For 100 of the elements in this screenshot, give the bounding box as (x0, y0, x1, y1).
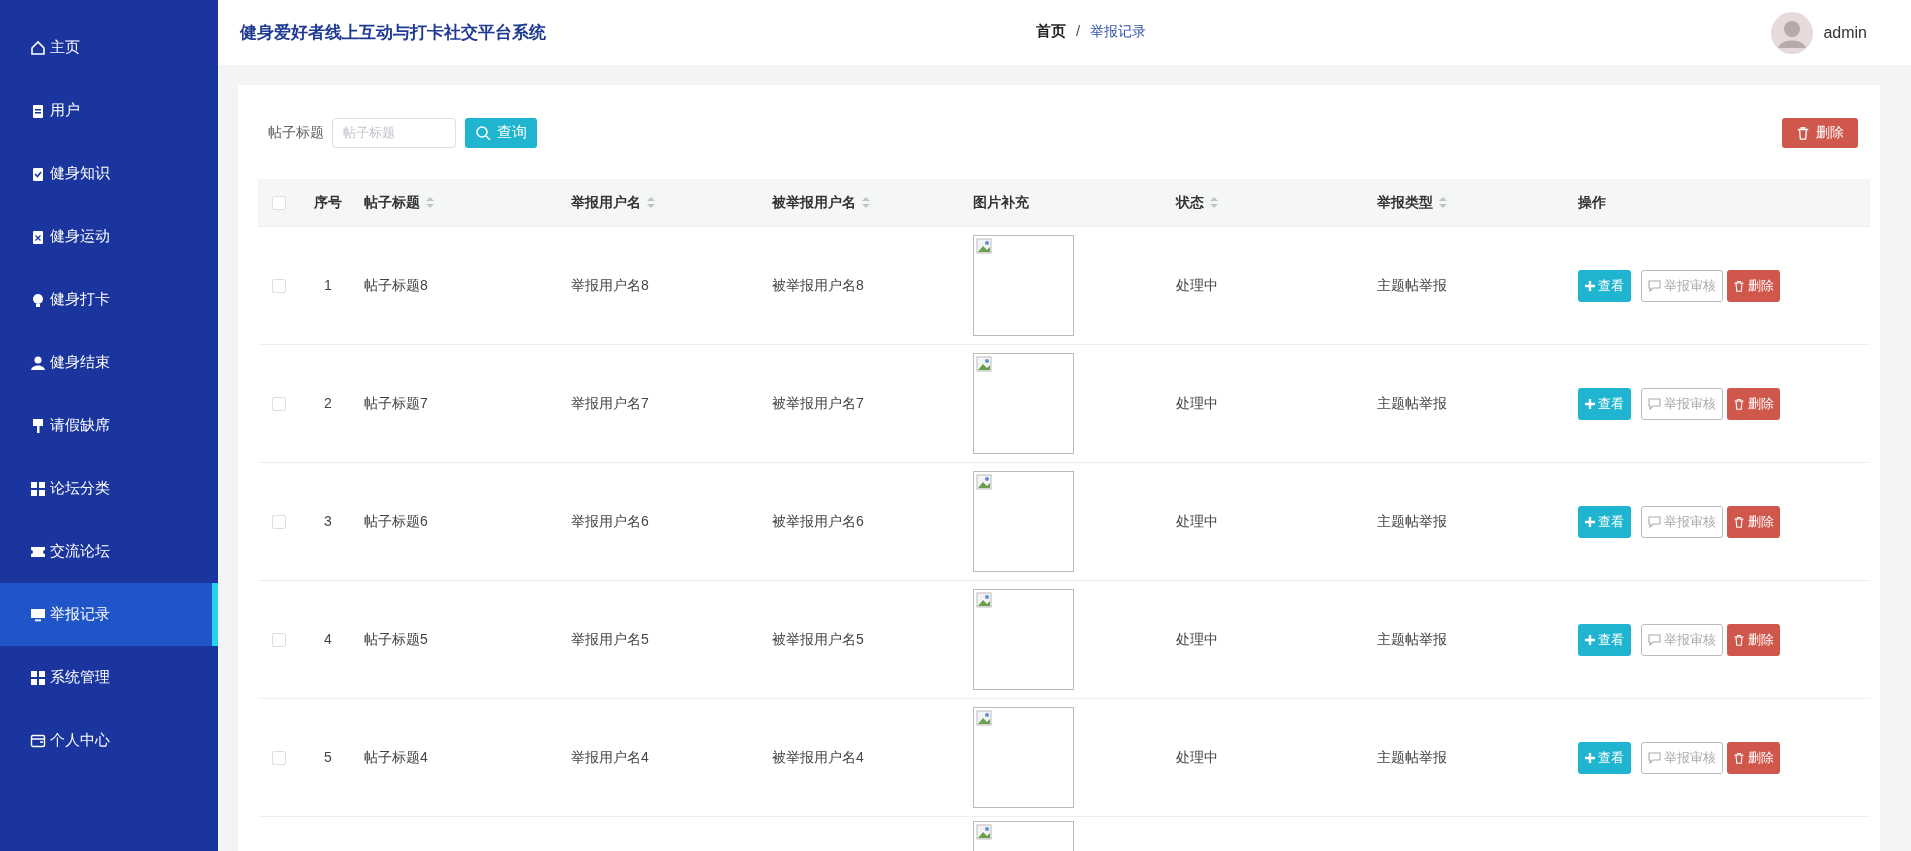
table-cell: 帖子标题7 (364, 395, 428, 411)
clipboard-x-icon (30, 228, 46, 245)
checkbox[interactable] (272, 195, 286, 210)
table-cell: 帖子标题8 (364, 277, 428, 293)
broken-image-icon (976, 824, 992, 840)
plus-icon (1585, 752, 1595, 763)
table-cell: 举报用户名6 (571, 513, 649, 529)
table-cell: 处理中 (1176, 749, 1218, 765)
sidebar-item[interactable]: 举报记录 (0, 583, 218, 646)
sidebar-item[interactable]: 用户 (0, 79, 218, 142)
sidebar-item[interactable]: 主页 (0, 16, 218, 79)
column-header[interactable]: 举报用户名 (571, 192, 641, 213)
sidebar-item[interactable]: 健身知识 (0, 142, 218, 205)
checkbox[interactable] (272, 396, 286, 411)
table-cell: 2 (324, 395, 332, 411)
column-header: 操作 (1578, 193, 1606, 212)
table-cell: 处理中 (1176, 395, 1218, 411)
sidebar-item[interactable]: 请假缺席 (0, 394, 218, 457)
table-cell: 主题帖举报 (1377, 513, 1447, 529)
user-name[interactable]: admin (1823, 20, 1867, 45)
sidebar-item[interactable]: 健身打卡 (0, 268, 218, 331)
table-cell: 帖子标题6 (364, 513, 428, 529)
comment-icon (1648, 397, 1661, 410)
table-cell: 处理中 (1176, 277, 1218, 293)
table-cell: 帖子标题5 (364, 631, 428, 647)
table-cell: 1 (324, 277, 332, 293)
user-icon (30, 354, 46, 371)
column-header[interactable]: 帖子标题 (364, 192, 420, 213)
bulb-icon (30, 291, 46, 308)
table-cell: 主题帖举报 (1377, 395, 1447, 411)
sort-icon[interactable] (1210, 197, 1218, 208)
broken-image-icon (976, 238, 992, 254)
plus-icon (1585, 398, 1595, 409)
sort-icon[interactable] (426, 197, 434, 208)
column-header: 图片补充 (973, 193, 1029, 212)
column-header[interactable]: 状态 (1176, 192, 1204, 213)
table-cell: 被举报用户名5 (772, 631, 864, 647)
trash-icon (1733, 515, 1745, 528)
app-title: 健身爱好者线上互动与打卡社交平台系统 (240, 21, 546, 44)
column-header[interactable]: 被举报用户名 (772, 192, 856, 213)
trash-icon (1733, 633, 1745, 646)
monitor-icon (30, 606, 46, 623)
sort-icon[interactable] (647, 197, 655, 208)
avatar-icon[interactable] (1771, 11, 1814, 54)
checkbox[interactable] (272, 278, 286, 293)
sidebar-item[interactable]: 健身运动 (0, 205, 218, 268)
sidebar-item[interactable]: 健身结束 (0, 331, 218, 394)
table-cell: 被举报用户名8 (772, 277, 864, 293)
table-cell: 处理中 (1176, 513, 1218, 529)
table-cell: 主题帖举报 (1377, 277, 1447, 293)
table-cell: 被举报用户名4 (772, 749, 864, 765)
broken-image-icon (976, 592, 992, 608)
grid-icon (30, 480, 46, 497)
trash-icon (1796, 125, 1810, 140)
sidebar-item[interactable]: 交流论坛 (0, 520, 218, 583)
delete-button[interactable]: 删除 (1727, 505, 1780, 538)
delete-button[interactable]: 删除 (1727, 623, 1780, 656)
clipboard-icon (30, 102, 46, 119)
breadcrumb-separator: / (1076, 21, 1081, 41)
table-cell: 5 (324, 749, 332, 765)
sidebar-item[interactable]: 个人中心 (0, 709, 218, 772)
card-icon (30, 732, 46, 749)
roller-icon (30, 417, 46, 434)
table-cell: 举报用户名4 (571, 749, 649, 765)
table-cell: 举报用户名5 (571, 631, 649, 647)
sort-icon[interactable] (1439, 197, 1447, 208)
checkbox[interactable] (272, 632, 286, 647)
home-icon (30, 39, 46, 56)
checkbox[interactable] (272, 750, 286, 765)
search-icon (475, 124, 491, 141)
comment-icon (1648, 515, 1661, 528)
table-cell: 被举报用户名7 (772, 395, 864, 411)
sort-icon[interactable] (862, 197, 870, 208)
grid-icon (30, 669, 46, 686)
table-cell: 举报用户名7 (571, 395, 649, 411)
sidebar-item[interactable]: 系统管理 (0, 646, 218, 709)
table-cell: 主题帖举报 (1377, 749, 1447, 765)
checkbox[interactable] (272, 514, 286, 529)
table-cell: 举报用户名8 (571, 277, 649, 293)
sidebar-item[interactable]: 论坛分类 (0, 457, 218, 520)
trash-icon (1733, 397, 1745, 410)
plus-icon (1585, 634, 1595, 645)
trash-icon (1733, 751, 1745, 764)
delete-button[interactable]: 删除 (1782, 117, 1858, 148)
column-header[interactable]: 举报类型 (1377, 192, 1433, 213)
breadcrumb-link[interactable]: 首页 (1036, 20, 1066, 43)
broken-image-icon (976, 474, 992, 490)
delete-button[interactable]: 删除 (1727, 269, 1780, 302)
table-cell: 处理中 (1176, 631, 1218, 647)
column-header: 序号 (314, 193, 342, 212)
comment-icon (1648, 633, 1661, 646)
delete-button[interactable]: 删除 (1727, 387, 1780, 420)
table-cell: 帖子标题4 (364, 749, 428, 765)
table-cell: 4 (324, 631, 332, 647)
comment-icon (1648, 279, 1661, 292)
delete-button[interactable]: 删除 (1727, 741, 1780, 774)
clipboard-check-icon (30, 165, 46, 182)
trash-icon (1733, 279, 1745, 292)
filter-label: 帖子标题 (268, 123, 324, 142)
broken-image-icon (976, 710, 992, 726)
